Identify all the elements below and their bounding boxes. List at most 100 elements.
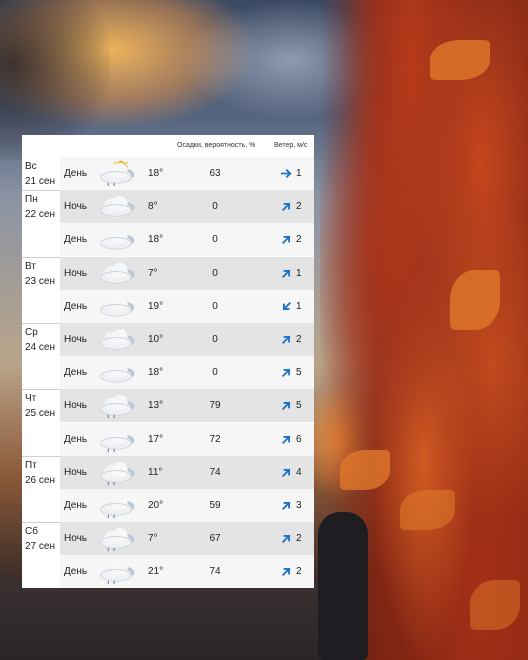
partly-cloudy-rain-icon bbox=[95, 158, 139, 187]
day-label: Чт 25 сен bbox=[22, 391, 60, 421]
day-separator bbox=[22, 190, 60, 192]
date: 25 сен bbox=[25, 408, 55, 420]
wind-direction-icon bbox=[281, 432, 292, 444]
date: 22 сен bbox=[25, 209, 55, 221]
partly-cloudy-night-icon bbox=[95, 326, 139, 353]
weekday: Ср bbox=[25, 327, 38, 338]
wind-speed: 2 bbox=[296, 533, 302, 545]
forecast-row: Ночь 7° 0 1 bbox=[60, 256, 314, 290]
pedestrian-silhouette bbox=[318, 512, 368, 660]
day-separator bbox=[22, 455, 60, 457]
day-part: Ночь bbox=[64, 400, 87, 412]
wind-direction-icon bbox=[281, 365, 292, 378]
date: 23 сен bbox=[25, 275, 55, 287]
wind-speed: 2 bbox=[296, 334, 302, 345]
weekday: Вт bbox=[25, 260, 36, 272]
day-separator bbox=[22, 522, 60, 524]
wind-speed: 1 bbox=[296, 300, 302, 312]
temperature: 10° bbox=[148, 334, 164, 345]
weekday: Чт bbox=[25, 393, 37, 405]
temperature: 7° bbox=[148, 267, 158, 279]
day-label: Сб 27 сен bbox=[22, 524, 60, 554]
wind-direction-icon bbox=[281, 398, 292, 411]
precip-probability: 0 bbox=[212, 367, 218, 379]
forecast-row: Ночь 8° 0 2 bbox=[60, 190, 314, 224]
date: 24 сен bbox=[25, 342, 55, 353]
day-label: Вт 23 сен bbox=[22, 259, 60, 289]
precip-column-header: Осадки, вероятность, % bbox=[177, 142, 256, 149]
partly-cloudy-night-rain-icon bbox=[95, 392, 139, 419]
date: 26 сен bbox=[25, 474, 55, 486]
forecast-row: Ночь 10° 0 2 bbox=[60, 323, 314, 356]
weather-forecast-table: Осадки, вероятность, % Ветер, м/с Вс 21 с… bbox=[22, 135, 314, 589]
weekday: Сб bbox=[25, 526, 38, 538]
temperature: 11° bbox=[148, 466, 163, 478]
forecast-row: День 19° 0 1 bbox=[60, 289, 314, 323]
cloudy-icon bbox=[95, 193, 139, 220]
wind-direction-icon bbox=[281, 465, 292, 477]
wind-direction-icon bbox=[281, 332, 292, 345]
precip-probability: 63 bbox=[209, 168, 221, 179]
day-part: Ночь bbox=[64, 334, 87, 345]
wind-speed: 6 bbox=[296, 433, 302, 445]
day-part: День bbox=[64, 367, 88, 379]
wind-speed: 1 bbox=[296, 267, 302, 279]
precip-probability: 67 bbox=[209, 533, 221, 545]
forecast-row: День 18° 0 2 bbox=[60, 223, 314, 257]
cloudy-icon bbox=[95, 226, 139, 253]
cloudy-icon bbox=[95, 359, 139, 386]
wind-speed: 1 bbox=[296, 168, 302, 179]
forecast-row: Ночь 7° 67 2 bbox=[60, 522, 314, 556]
day-separator bbox=[22, 389, 60, 391]
wind-direction-icon bbox=[281, 199, 292, 212]
weekday: Вс bbox=[25, 161, 37, 172]
day-part: Ночь bbox=[64, 267, 87, 279]
temperature: 19° bbox=[148, 300, 164, 312]
forecast-row: День 18° 63 1 bbox=[60, 157, 314, 190]
cloudy-rain-icon bbox=[95, 459, 139, 486]
temperature: 17° bbox=[148, 433, 164, 445]
wind-speed: 2 bbox=[296, 234, 302, 246]
day-part: День bbox=[64, 168, 88, 179]
day-label: Пт 26 сен bbox=[22, 458, 60, 488]
cloudy-rain-icon bbox=[95, 426, 139, 453]
cloudy-icon bbox=[95, 293, 139, 320]
forecast-row: День 17° 72 6 bbox=[60, 422, 314, 456]
precip-probability: 74 bbox=[209, 466, 221, 478]
cloudy-rain-icon bbox=[95, 525, 139, 552]
day-label: Ср 24 сен bbox=[22, 325, 60, 355]
day-part: День bbox=[64, 500, 88, 511]
wind-direction-icon bbox=[281, 299, 292, 311]
forecast-row: День 18° 0 5 bbox=[60, 356, 314, 390]
wind-direction-icon bbox=[281, 166, 292, 179]
table-header: Осадки, вероятность, % Ветер, м/с bbox=[22, 135, 314, 157]
day-label: Пн 22 сен bbox=[22, 192, 60, 222]
wind-speed: 3 bbox=[296, 500, 302, 511]
day-part: День bbox=[64, 433, 88, 445]
wind-direction-icon bbox=[281, 266, 292, 278]
wind-speed: 4 bbox=[296, 466, 302, 478]
date: 27 сен bbox=[25, 541, 55, 553]
day-separator bbox=[22, 256, 60, 258]
weekday: Пн bbox=[25, 194, 38, 206]
day-label: Вс 21 сен bbox=[22, 159, 60, 189]
cloudy-rain-icon bbox=[95, 558, 139, 585]
temperature: 8° bbox=[148, 201, 158, 213]
precip-probability: 0 bbox=[212, 201, 218, 213]
day-part: День bbox=[64, 566, 88, 578]
wind-speed: 5 bbox=[296, 367, 302, 379]
cloudy-rain-icon bbox=[95, 492, 139, 519]
temperature: 7° bbox=[148, 533, 158, 545]
precip-probability: 0 bbox=[212, 334, 218, 345]
precip-probability: 0 bbox=[212, 267, 218, 279]
wind-direction-icon bbox=[281, 531, 292, 544]
temperature: 20° bbox=[148, 500, 164, 511]
precip-probability: 74 bbox=[209, 566, 221, 578]
day-separator bbox=[22, 323, 60, 324]
wind-speed: 5 bbox=[296, 400, 302, 412]
wind-direction-icon bbox=[281, 232, 292, 245]
forecast-row: Ночь 11° 74 4 bbox=[60, 455, 314, 489]
temperature: 21° bbox=[148, 566, 164, 578]
precip-probability: 0 bbox=[212, 300, 218, 312]
wind-speed: 2 bbox=[296, 566, 302, 578]
